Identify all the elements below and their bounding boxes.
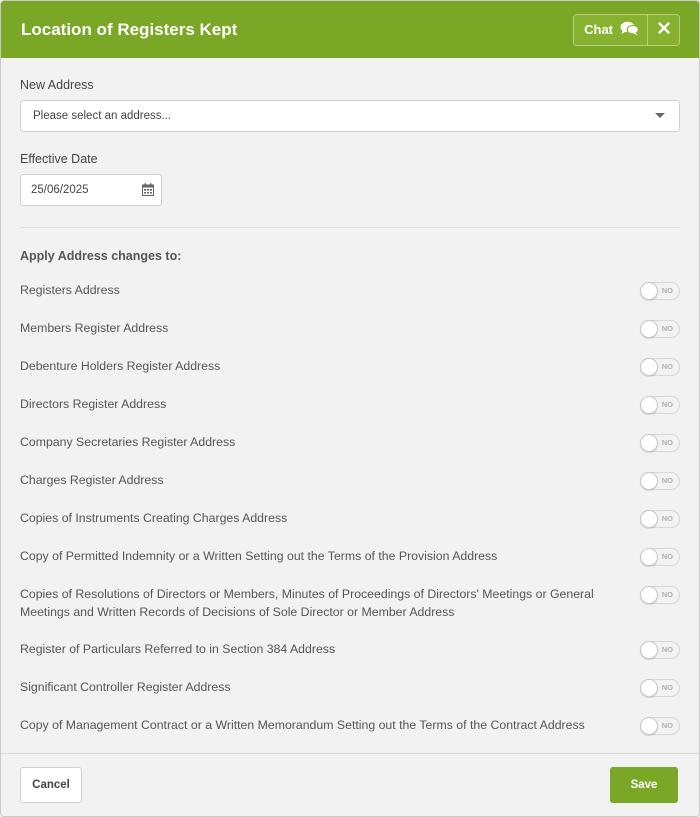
toggle-state-text: NO — [661, 286, 673, 295]
toggle-switch[interactable]: NO — [640, 510, 680, 528]
toggle-knob — [640, 717, 658, 735]
toggle-state-text: NO — [661, 362, 673, 371]
toggle-knob — [640, 472, 658, 490]
effective-date-value: 25/06/2025 — [31, 184, 89, 196]
toggle-switch[interactable]: NO — [640, 679, 680, 697]
close-button[interactable] — [648, 14, 679, 45]
chat-button[interactable]: Chat — [574, 14, 648, 45]
toggle-switch[interactable]: NO — [640, 472, 680, 490]
modal-footer: Cancel Save — [1, 753, 699, 816]
modal-header: Location of Registers Kept Chat — [1, 1, 699, 58]
toggle-switch[interactable]: NO — [640, 320, 680, 338]
toggle-switch[interactable]: NO — [640, 434, 680, 452]
chevron-down-icon — [655, 113, 665, 118]
toggle-knob — [640, 320, 658, 338]
address-select[interactable]: Please select an address... — [20, 100, 680, 132]
registers-location-modal: Location of Registers Kept Chat New Addr… — [0, 0, 700, 817]
toggle-label: Register of Particulars Referred to in S… — [20, 642, 336, 656]
toggle-row: Debenture Holders Register Address NO — [20, 349, 680, 387]
apply-section-title: Apply Address changes to: — [20, 249, 182, 263]
toggle-switch[interactable]: NO — [640, 548, 680, 566]
toggle-label: Copy of Permitted Indemnity or a Written… — [20, 549, 498, 563]
toggle-row: Copies of Resolutions of Directors or Me… — [20, 577, 680, 632]
toggle-state-text: NO — [661, 683, 673, 692]
toggle-label: Significant Controller Register Address — [20, 680, 231, 694]
toggle-knob — [640, 358, 658, 376]
toggle-label: Copies of Instruments Creating Charges A… — [20, 511, 288, 525]
toggle-row: Members Register Address NO — [20, 311, 680, 349]
toggle-row: Registers Address NO — [20, 273, 680, 311]
toggle-switch[interactable]: NO — [640, 641, 680, 659]
toggle-label: Debenture Holders Register Address — [20, 359, 221, 373]
address-select-placeholder: Please select an address... — [33, 110, 172, 122]
toggle-label: Directors Register Address — [20, 397, 167, 411]
toggle-state-text: NO — [661, 552, 673, 561]
toggle-knob — [640, 396, 658, 414]
toggle-label: Company Secretaries Register Address — [20, 435, 236, 449]
toggle-knob — [640, 282, 658, 300]
section-divider — [20, 227, 680, 228]
modal-body: New Address Please select an address... … — [1, 58, 699, 746]
toggle-label: Charges Register Address — [20, 473, 164, 487]
chat-label: Chat — [584, 22, 613, 37]
toggle-row: Copy of Management Contract or a Written… — [20, 708, 680, 746]
toggle-state-text: NO — [661, 476, 673, 485]
toggle-knob — [640, 641, 658, 659]
toggle-state-text: NO — [661, 324, 673, 333]
toggle-label: Copies of Resolutions of Directors or Me… — [20, 587, 594, 619]
calendar-icon[interactable] — [142, 183, 154, 199]
effective-date-input[interactable]: 25/06/2025 — [20, 174, 162, 206]
toggle-switch[interactable]: NO — [640, 717, 680, 735]
toggle-row: Significant Controller Register Address N… — [20, 670, 680, 708]
toggle-switch[interactable]: NO — [640, 358, 680, 376]
comments-icon — [620, 21, 640, 39]
toggle-row: Copy of Permitted Indemnity or a Written… — [20, 539, 680, 577]
toggle-knob — [640, 548, 658, 566]
modal-title: Location of Registers Kept — [21, 19, 238, 39]
close-icon — [657, 22, 670, 37]
toggle-label: Copy of Management Contract or a Written… — [20, 718, 585, 732]
toggle-state-text: NO — [661, 590, 673, 599]
toggle-switch[interactable]: NO — [640, 396, 680, 414]
toggle-knob — [640, 434, 658, 452]
toggle-state-text: NO — [661, 438, 673, 447]
new-address-label: New Address — [20, 78, 94, 92]
toggle-label: Registers Address — [20, 283, 120, 297]
toggle-knob — [640, 510, 658, 528]
toggle-row: Register of Particulars Referred to in S… — [20, 632, 680, 670]
toggle-switch[interactable]: NO — [640, 586, 680, 604]
toggle-list: Registers Address NO Members Register Addr… — [20, 273, 680, 746]
toggle-knob — [640, 679, 658, 697]
header-actions: Chat — [573, 13, 680, 46]
toggle-row: Copies of Instruments Creating Charges A… — [20, 501, 680, 539]
toggle-state-text: NO — [661, 721, 673, 730]
effective-date-label: Effective Date — [20, 152, 98, 166]
toggle-switch[interactable]: NO — [640, 282, 680, 300]
toggle-row: Charges Register Address NO — [20, 463, 680, 501]
cancel-button[interactable]: Cancel — [20, 767, 82, 803]
toggle-state-text: NO — [661, 400, 673, 409]
save-button[interactable]: Save — [610, 767, 678, 803]
toggle-knob — [640, 586, 658, 604]
toggle-state-text: NO — [661, 514, 673, 523]
toggle-state-text: NO — [661, 645, 673, 654]
toggle-row: Directors Register Address NO — [20, 387, 680, 425]
toggle-label: Members Register Address — [20, 321, 169, 335]
toggle-row: Company Secretaries Register Address NO — [20, 425, 680, 463]
